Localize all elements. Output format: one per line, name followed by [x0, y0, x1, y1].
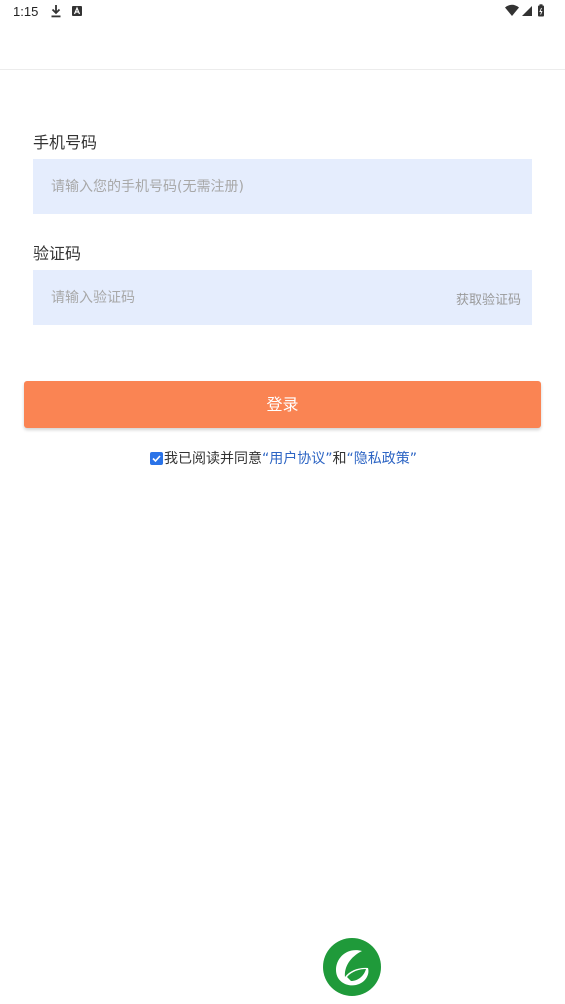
code-label: 验证码	[33, 244, 82, 263]
battery-icon	[538, 4, 544, 17]
phone-field[interactable]	[33, 159, 532, 214]
phone-label: 手机号码	[33, 133, 98, 152]
status-indicators	[505, 4, 544, 17]
check-icon	[152, 454, 161, 462]
agreement-prefix: 我已阅读并同意	[164, 451, 262, 467]
login-button[interactable]: 登录	[24, 381, 541, 428]
agreement-row: 我已阅读并同意 “用户协议” 和 “隐私政策”	[150, 449, 417, 467]
privacy-policy-link[interactable]: “隐私政策”	[347, 448, 418, 468]
download-icon	[51, 5, 61, 18]
code-field[interactable]: 获取验证码	[33, 270, 532, 325]
app-logo	[323, 938, 381, 996]
a-notification-icon	[72, 6, 82, 16]
status-time: 1:15	[13, 4, 39, 19]
agreement-and: 和	[332, 451, 347, 467]
top-bar	[0, 24, 565, 70]
signal-icon	[522, 6, 532, 16]
get-code-button[interactable]: 获取验证码	[456, 289, 521, 308]
code-input[interactable]	[51, 270, 431, 325]
wifi-icon	[505, 4, 519, 16]
status-bar: 1:15	[0, 0, 565, 24]
phone-input[interactable]	[51, 159, 511, 214]
agree-checkbox[interactable]	[150, 451, 163, 465]
user-agreement-link[interactable]: “用户协议”	[262, 448, 333, 468]
